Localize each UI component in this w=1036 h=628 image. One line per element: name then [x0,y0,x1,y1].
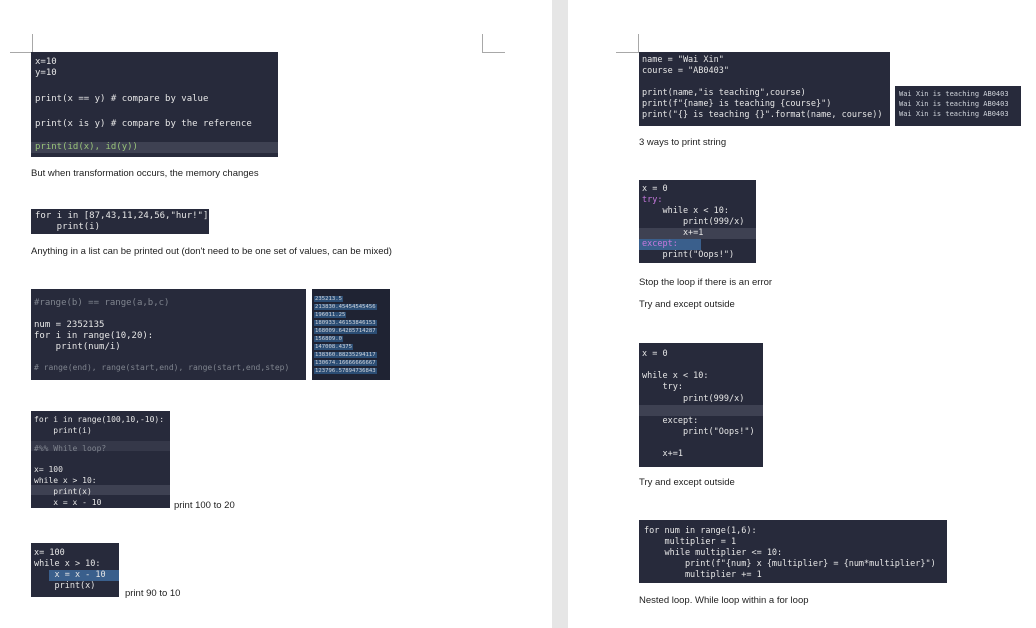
code-line: multiplier = 1 [644,537,737,547]
document-page-left: x=10 y=10 print(x == y) # compare by val… [0,0,552,628]
caption: Stop the loop if there is an error [639,277,773,288]
code-line: for i in range(10,20): [34,331,154,341]
caption: print 90 to 10 [125,588,181,599]
code-line: print(999/x) [642,394,745,404]
code-line: #range(b) == range(a,b,c) [34,298,170,308]
caption: print 100 to 20 [174,500,235,511]
output-line: 180933.46153846153 [314,320,377,326]
code-line: for num in range(1,6): [644,526,757,536]
code-line: except: [642,416,699,426]
code-line: y=10 [35,68,57,78]
code-line: name = "Wai Xin" [642,55,724,65]
code-line: x+=1 [642,228,704,238]
output-line: 213830.45454545456 [314,304,377,310]
output-line: Wai Xin is teaching AB0403 [899,90,1009,98]
output-line: Wai Xin is teaching AB0403 [899,110,1009,118]
output-line: 168009.64285714287 [314,328,377,334]
code-screenshot-nested-loop: for num in range(1,6): multiplier = 1 wh… [639,520,947,583]
output-line: Wai Xin is teaching AB0403 [899,100,1009,108]
output-line: 138360.88235294117 [314,352,377,358]
code-line: print(name,"is teaching",course) [642,88,806,98]
caption: Try and except outside [639,299,735,310]
document-page-right: name = "Wai Xin" course = "AB0403" print… [568,0,1036,628]
code-line: while x < 10: [642,206,729,216]
code-line: x = x - 10 [34,498,102,507]
code-line: print(num/i) [34,342,121,352]
code-line: x = x - 10 [34,570,106,580]
code-line: x=10 [35,57,57,67]
caption: Nested loop. While loop within a for loo… [639,595,809,606]
code-line: # range(end), range(start,end), range(st… [34,363,290,372]
code-line: x+=1 [642,449,683,459]
code-line: print(x is y) # compare by the reference [35,119,252,129]
code-line: num = 2352135 [34,320,105,330]
crop-mark-top-right [482,34,505,53]
code-line: print(x) [34,581,96,591]
code-screenshot-try-inside: x = 0 while x < 10: try: print(999/x) ex… [639,343,763,467]
caption: Anything in a list can be printed out (d… [31,246,392,257]
code-screenshot-print-string: name = "Wai Xin" course = "AB0403" print… [639,52,890,126]
code-line: x = 0 [642,184,668,194]
code-line: try: [642,382,683,392]
code-line: for i in [87,43,11,24,56,"hur!"]: [35,211,209,221]
code-line: except: [642,239,678,249]
output-line: 147008.4375 [314,344,354,350]
code-line: print(x) [34,487,92,496]
code-line: for i in range(100,10,-10): [34,415,165,424]
code-line: print(999/x) [642,217,745,227]
crop-mark-top-left [10,34,33,53]
code-line: while x > 10: [34,559,101,569]
code-line: x= 100 [34,465,63,474]
code-screenshot-decrement: x= 100 while x > 10: x = x - 10 print(x) [31,543,119,597]
code-line: print(f"{num} x {multiplier} = {num*mult… [644,559,936,569]
output-line: 196011.25 [314,312,347,318]
code-line: print(i) [35,222,101,232]
code-line: multiplier += 1 [644,570,762,580]
code-line: print("Oops!") [642,427,755,437]
code-line: x = 0 [642,349,668,359]
code-line: x= 100 [34,548,65,558]
code-screenshot-list-loop: for i in [87,43,11,24,56,"hur!"]: print(… [31,209,209,234]
console-output: 235213.5 213830.45454545456 196011.25 18… [312,289,390,380]
code-line: print(f"{name} is teaching {course}") [642,99,832,109]
output-line: 156809.0 [314,336,343,342]
output-line: 235213.5 [314,296,343,302]
output-line: 123796.57894736843 [314,368,377,374]
code-line: while multiplier <= 10: [644,548,783,558]
code-line: while x < 10: [642,371,709,381]
crop-mark-top-left [616,34,639,53]
code-screenshot-identity: x=10 y=10 print(x == y) # compare by val… [31,52,278,157]
code-line: try: [642,195,663,205]
caption: But when transformation occurs, the memo… [31,168,259,179]
code-line: print(i) [34,426,92,435]
output-line: 130674.16666666667 [314,360,377,366]
code-line: while x > 10: [34,476,97,485]
code-line: print("{} is teaching {}".format(name, c… [642,110,883,120]
caption: Try and except outside [639,477,735,488]
code-line: print("Oops!") [642,250,735,260]
code-screenshot-try-outside: x = 0 try: while x < 10: print(999/x) x+… [639,180,756,263]
console-output: Wai Xin is teaching AB0403 Wai Xin is te… [895,86,1021,126]
code-screenshot-countdown: for i in range(100,10,-10): print(i) #%%… [31,411,170,508]
code-screenshot-range: #range(b) == range(a,b,c) num = 2352135 … [31,289,306,380]
code-line: course = "AB0403" [642,66,729,76]
code-line: print(x == y) # compare by value [35,94,209,104]
code-line: #%% While loop? [34,444,107,453]
caption: 3 ways to print string [639,137,727,148]
code-line: print(id(x), id(y)) [35,142,138,152]
